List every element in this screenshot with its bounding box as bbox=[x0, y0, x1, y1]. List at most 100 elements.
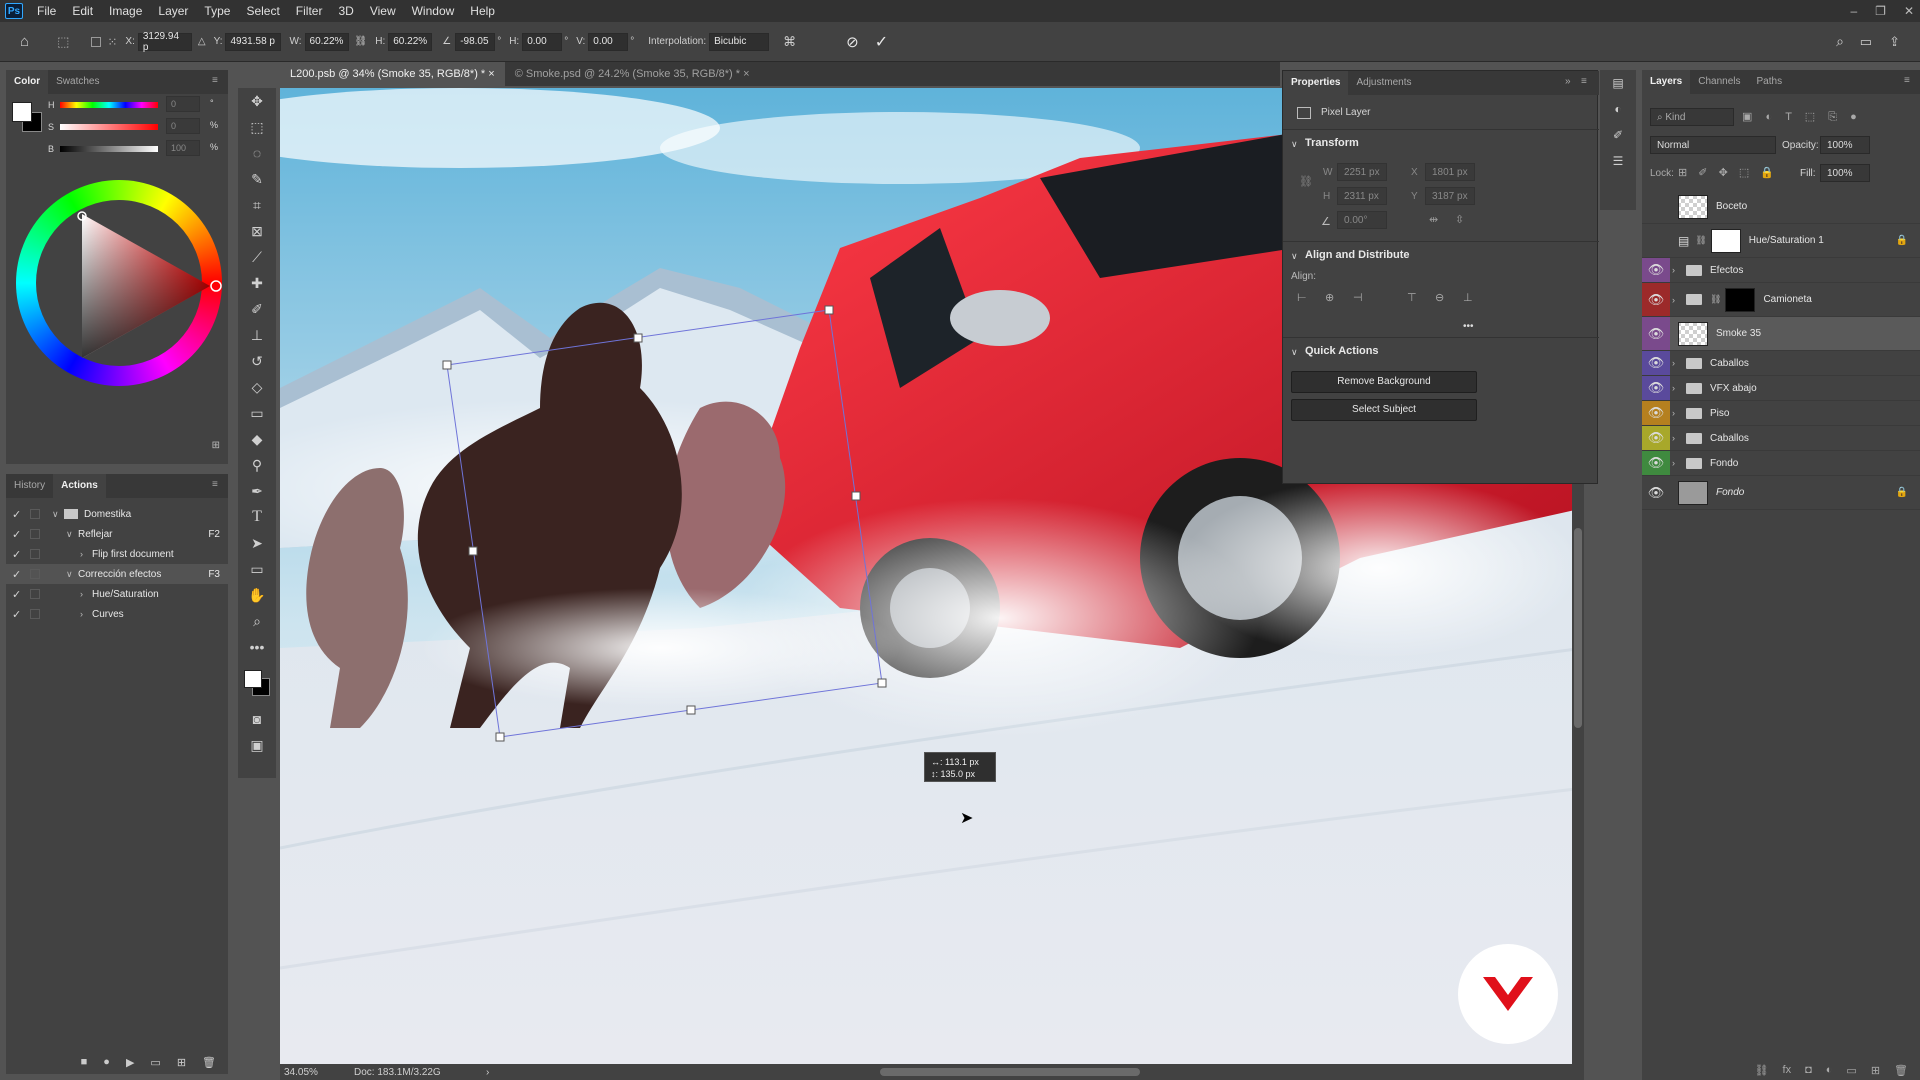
tab-swatches[interactable]: Swatches bbox=[48, 70, 107, 94]
stop-icon[interactable]: ■ bbox=[81, 1056, 88, 1068]
type-tool-icon[interactable]: T bbox=[238, 504, 276, 530]
layer-row[interactable]: Boceto bbox=[1642, 190, 1920, 224]
lock-pixels-icon[interactable]: ✐ bbox=[1698, 167, 1707, 179]
chevron-right-icon[interactable]: › bbox=[1672, 383, 1682, 393]
check-icon[interactable]: ✓ bbox=[12, 608, 26, 621]
h-field[interactable]: 2311 px bbox=[1337, 187, 1387, 205]
properties-panel-icon[interactable]: ▤ bbox=[1600, 70, 1636, 96]
path-select-icon[interactable]: ➤ bbox=[238, 530, 276, 556]
link-icon[interactable]: ⛓ bbox=[1710, 294, 1721, 305]
move-tool-icon[interactable]: ✥ bbox=[238, 88, 276, 114]
close-icon[interactable]: × bbox=[743, 68, 749, 80]
menu-help[interactable]: Help bbox=[462, 4, 503, 18]
hskew-input[interactable]: 0.00 bbox=[522, 32, 563, 51]
chevron-right-icon[interactable]: › bbox=[1672, 295, 1682, 305]
new-group-icon[interactable]: ▭ bbox=[1846, 1064, 1856, 1077]
shape-tool-icon[interactable]: ▭ bbox=[238, 556, 276, 582]
dialog-toggle[interactable] bbox=[30, 549, 40, 559]
pen-tool-icon[interactable]: ✒ bbox=[238, 478, 276, 504]
chevron-right-icon[interactable]: › bbox=[1672, 433, 1682, 443]
mask-thumbnail[interactable] bbox=[1725, 287, 1756, 312]
b-input[interactable]: 100 bbox=[166, 140, 200, 156]
layer-row[interactable]: 👁 › VFX abajo bbox=[1642, 376, 1920, 401]
menu-view[interactable]: View bbox=[362, 4, 404, 18]
vskew-input[interactable]: 0.00 bbox=[588, 32, 629, 51]
link-layers-icon[interactable]: ⛓ bbox=[1755, 1064, 1769, 1077]
filter-pixel-icon[interactable]: ▣ bbox=[1742, 111, 1752, 123]
minimize-button[interactable]: – bbox=[1850, 4, 1857, 18]
layer-row[interactable]: 👁 › Caballos bbox=[1642, 426, 1920, 451]
history-brush-icon[interactable]: ↺ bbox=[238, 348, 276, 374]
frame-tool-icon[interactable]: ⊠ bbox=[238, 218, 276, 244]
visibility-eye-icon[interactable]: 👁 bbox=[1642, 258, 1670, 282]
align-top-icon[interactable]: ⊤ bbox=[1407, 291, 1417, 304]
x-input[interactable]: 3129.94 p bbox=[137, 31, 192, 53]
interpolation-select[interactable]: Bicubic bbox=[709, 32, 770, 51]
dodge-tool-icon[interactable]: ⚲ bbox=[238, 452, 276, 478]
blur-tool-icon[interactable]: ◆ bbox=[238, 426, 276, 452]
align-hcenter-icon[interactable]: ⊕ bbox=[1325, 291, 1334, 304]
chevron-icon[interactable]: › bbox=[80, 589, 92, 599]
check-icon[interactable]: ✓ bbox=[12, 548, 26, 561]
menu-select[interactable]: Select bbox=[238, 4, 287, 18]
lock-transparency-icon[interactable]: ⊞ bbox=[1678, 167, 1687, 179]
foreground-swatch-front[interactable] bbox=[12, 102, 32, 122]
check-icon[interactable]: ✓ bbox=[12, 508, 26, 521]
add-mask-icon[interactable]: ◘ bbox=[1805, 1064, 1812, 1076]
delete-layer-icon[interactable]: 🗑 bbox=[1894, 1064, 1908, 1077]
dialog-toggle[interactable] bbox=[30, 589, 40, 599]
h-input[interactable]: 0 bbox=[166, 96, 200, 112]
chevron-right-icon[interactable]: › bbox=[1672, 408, 1682, 418]
share-icon[interactable]: ⇪ bbox=[1889, 34, 1900, 50]
saturation-slider[interactable] bbox=[60, 124, 158, 130]
more-options-icon[interactable]: ••• bbox=[1463, 321, 1474, 332]
s-input[interactable]: 0 bbox=[166, 118, 200, 134]
lasso-tool-icon[interactable]: ◌ bbox=[238, 140, 276, 166]
hue-slider[interactable] bbox=[60, 102, 158, 108]
visibility-eye-icon[interactable]: 👁 bbox=[1642, 451, 1670, 475]
chevron-right-icon[interactable]: › bbox=[1672, 265, 1682, 275]
tab-paths[interactable]: Paths bbox=[1749, 70, 1791, 94]
new-adjustment-icon[interactable]: ◐ bbox=[1826, 1064, 1833, 1076]
layer-thumbnail[interactable] bbox=[1678, 194, 1708, 219]
collapse-panel-icon[interactable]: » bbox=[1565, 77, 1575, 87]
layer-row[interactable]: 👁 › Caballos bbox=[1642, 351, 1920, 376]
filter-smart-icon[interactable]: ⎘ bbox=[1828, 111, 1837, 123]
zoom-tool-icon[interactable]: ⌕ bbox=[238, 608, 276, 634]
eyedropper-icon[interactable]: ⟋ bbox=[238, 244, 276, 270]
tab-l200[interactable]: L200.psb @ 34% (Smoke 35, RGB/8*) * × bbox=[280, 62, 505, 86]
panel-menu-icon[interactable]: ≡ bbox=[1904, 76, 1914, 86]
status-arrow-icon[interactable]: › bbox=[486, 1067, 489, 1078]
panel-menu-icon[interactable]: ≡ bbox=[1581, 77, 1591, 87]
record-icon[interactable]: ● bbox=[103, 1056, 110, 1068]
menu-file[interactable]: File bbox=[29, 4, 64, 18]
flip-horizontal-icon[interactable]: ⇹ bbox=[1429, 213, 1438, 226]
trash-icon[interactable]: 🗑 bbox=[202, 1056, 216, 1069]
reference-point-checkbox[interactable] bbox=[91, 36, 102, 47]
menu-filter[interactable]: Filter bbox=[288, 4, 331, 18]
cancel-transform-icon[interactable]: ⊘ bbox=[846, 33, 859, 51]
brush-settings-icon[interactable]: ✐ bbox=[1600, 122, 1636, 148]
visibility-eye-icon[interactable]: 👁 bbox=[1642, 426, 1670, 450]
menu-layer[interactable]: Layer bbox=[150, 4, 196, 18]
visibility-eye-icon[interactable]: 👁 bbox=[1642, 283, 1670, 316]
w-input[interactable]: 60.22% bbox=[304, 32, 349, 51]
healing-brush-icon[interactable]: ✚ bbox=[238, 270, 276, 296]
commit-transform-icon[interactable]: ✓ bbox=[875, 32, 888, 52]
filter-type-icon[interactable]: T bbox=[1785, 111, 1792, 123]
visibility-eye-icon[interactable] bbox=[1642, 190, 1670, 223]
y-field[interactable]: 3187 px bbox=[1425, 187, 1475, 205]
angle-input[interactable]: -98.05 bbox=[455, 32, 496, 51]
align-left-icon[interactable]: ⊢ bbox=[1297, 291, 1307, 304]
quick-actions-title[interactable]: Quick Actions bbox=[1283, 345, 1379, 357]
layer-thumbnail[interactable] bbox=[1678, 321, 1708, 346]
hand-tool-icon[interactable]: ✋ bbox=[238, 582, 276, 608]
tab-adjustments[interactable]: Adjustments bbox=[1348, 71, 1419, 95]
visibility-eye-icon[interactable] bbox=[1642, 224, 1670, 257]
new-layer-icon[interactable]: ⊞ bbox=[1871, 1064, 1880, 1077]
y-input[interactable]: 4931.58 p bbox=[225, 32, 282, 51]
dialog-toggle[interactable] bbox=[30, 569, 40, 579]
expand-icon[interactable]: ⊞ bbox=[212, 440, 220, 451]
reference-point-icon[interactable]: ⁙ bbox=[107, 35, 117, 49]
chevron-icon[interactable]: › bbox=[80, 609, 92, 619]
